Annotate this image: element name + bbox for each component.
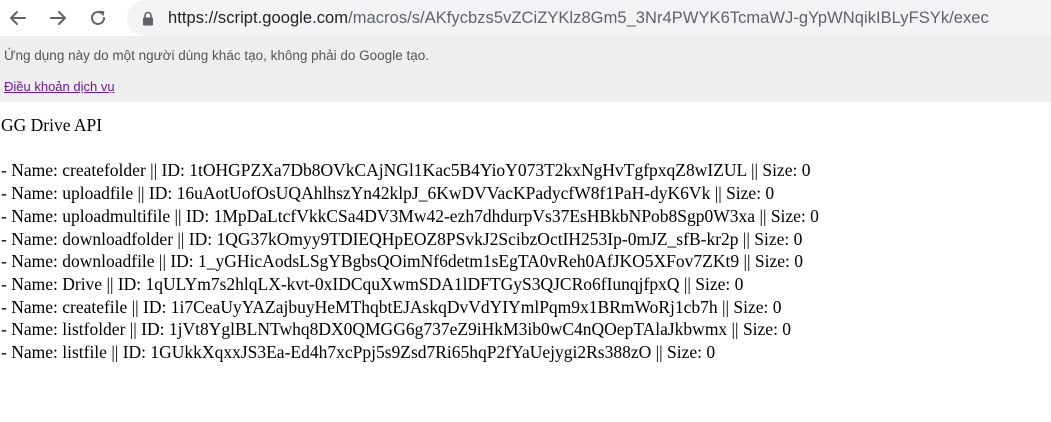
file-list: - Name: createfolder || ID: 1tOHGPZXa7Db… xyxy=(1,159,1041,363)
arrow-left-icon xyxy=(10,11,26,25)
list-item: - Name: downloadfolder || ID: 1QG37kOmyy… xyxy=(1,228,803,249)
browser-toolbar: https://script.google.com/macros/s/AKfyc… xyxy=(0,0,1051,36)
reload-icon xyxy=(91,10,105,25)
list-item: - Name: uploadmultifile || ID: 1MpDaLtcf… xyxy=(1,205,819,226)
lock-icon[interactable] xyxy=(141,10,155,26)
third-party-notice: Ứng dụng này do một người dùng khác tạo,… xyxy=(4,48,429,63)
list-item: - Name: createfile || ID: 1i7CeaUyYAZajb… xyxy=(1,296,782,317)
forward-button[interactable] xyxy=(44,4,72,32)
page-content: GG Drive API - Name: createfolder || ID:… xyxy=(1,114,1041,364)
list-item: - Name: uploadfile || ID: 16uAotUofOsUQA… xyxy=(1,183,775,204)
url-path: /macros/s/AKfycbzs5vZCiZYKlz8Gm5_3Nr4PWY… xyxy=(348,8,989,27)
url-text[interactable]: https://script.google.com/macros/s/AKfyc… xyxy=(168,9,989,28)
list-item: - Name: downloadfile || ID: 1_yGHicAodsL… xyxy=(1,251,803,272)
url-host: https://script.google.com xyxy=(168,8,349,27)
list-item: - Name: listfolder || ID: 1jVt8YglBLNTwh… xyxy=(1,319,792,340)
list-item: - Name: listfile || ID: 1GUkkXqxxJS3Ea-E… xyxy=(1,342,716,363)
terms-of-service-link[interactable]: Điều khoản dịch vụ xyxy=(4,79,115,94)
back-button[interactable] xyxy=(4,4,32,32)
reload-button[interactable] xyxy=(84,4,112,32)
arrow-right-icon xyxy=(50,11,66,25)
list-item: - Name: createfolder || ID: 1tOHGPZXa7Db… xyxy=(1,160,811,181)
script-warning-banner: Ứng dụng này do một người dùng khác tạo,… xyxy=(0,36,1051,102)
list-item: - Name: Drive || ID: 1qULYm7s2hlqLX-kvt-… xyxy=(1,273,744,294)
page-title: GG Drive API xyxy=(1,115,103,135)
address-bar[interactable]: https://script.google.com/macros/s/AKfyc… xyxy=(127,0,1051,36)
